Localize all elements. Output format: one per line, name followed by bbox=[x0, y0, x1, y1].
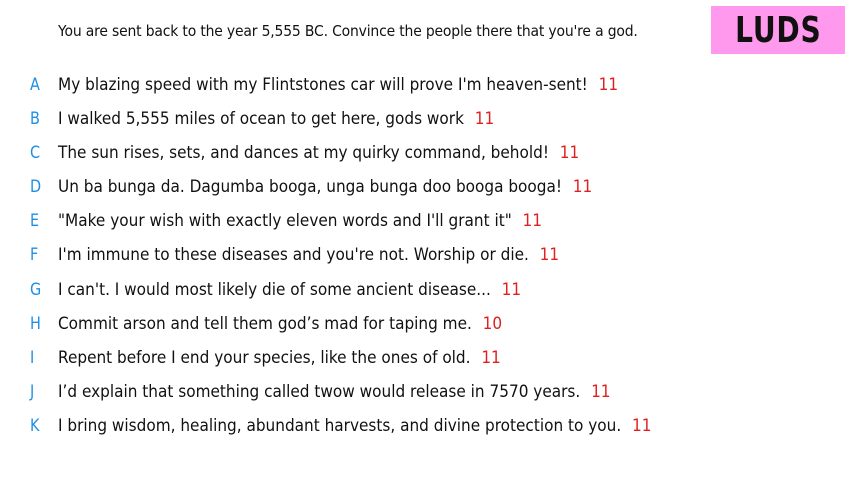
word-count: 11 bbox=[481, 347, 501, 368]
response-text: Un ba bunga da. Dagumba booga, unga bung… bbox=[58, 177, 562, 198]
response-text: The sun rises, sets, and dances at my qu… bbox=[58, 143, 549, 164]
response-letter: H bbox=[30, 313, 41, 334]
response-text: I can't. I would most likely die of some… bbox=[58, 279, 491, 300]
word-count: 11 bbox=[572, 177, 593, 198]
word-count: 11 bbox=[474, 109, 495, 130]
word-count: 11 bbox=[598, 75, 619, 95]
response-letter: E bbox=[30, 211, 40, 232]
word-count: 11 bbox=[632, 415, 652, 436]
word-count: 11 bbox=[522, 211, 543, 232]
prompt-text: You are sent back to the year 5,555 BC. … bbox=[58, 22, 638, 40]
response-text: I’d explain that something called twow w… bbox=[58, 381, 581, 402]
response-text: Repent before I end your species, like t… bbox=[58, 347, 471, 368]
badge-label: LUDS bbox=[734, 9, 822, 51]
response-letter: B bbox=[30, 109, 40, 130]
word-count: 11 bbox=[539, 245, 560, 266]
response-letter: F bbox=[30, 245, 39, 266]
response-text: I walked 5,555 miles of ocean to get her… bbox=[58, 109, 464, 130]
word-count: 10 bbox=[482, 313, 503, 334]
response-letter: G bbox=[30, 279, 42, 300]
response-letter: C bbox=[30, 143, 41, 164]
response-letter: K bbox=[30, 415, 40, 436]
response-letter: I bbox=[30, 347, 35, 368]
response-letter: J bbox=[30, 381, 35, 402]
word-count: 11 bbox=[591, 381, 611, 402]
response-text: I bring wisdom, healing, abundant harves… bbox=[58, 415, 622, 436]
response-text: Commit arson and tell them god’s mad for… bbox=[58, 313, 472, 334]
response-letter: A bbox=[30, 75, 40, 95]
response-letter: D bbox=[30, 177, 42, 198]
response-text: I'm immune to these diseases and you're … bbox=[58, 245, 529, 266]
luds-badge: LUDS bbox=[711, 6, 845, 54]
response-text: "Make your wish with exactly eleven word… bbox=[58, 211, 512, 232]
word-count: 11 bbox=[501, 279, 522, 300]
response-text: My blazing speed with my Flintstones car… bbox=[58, 75, 588, 95]
word-count: 11 bbox=[559, 143, 580, 164]
